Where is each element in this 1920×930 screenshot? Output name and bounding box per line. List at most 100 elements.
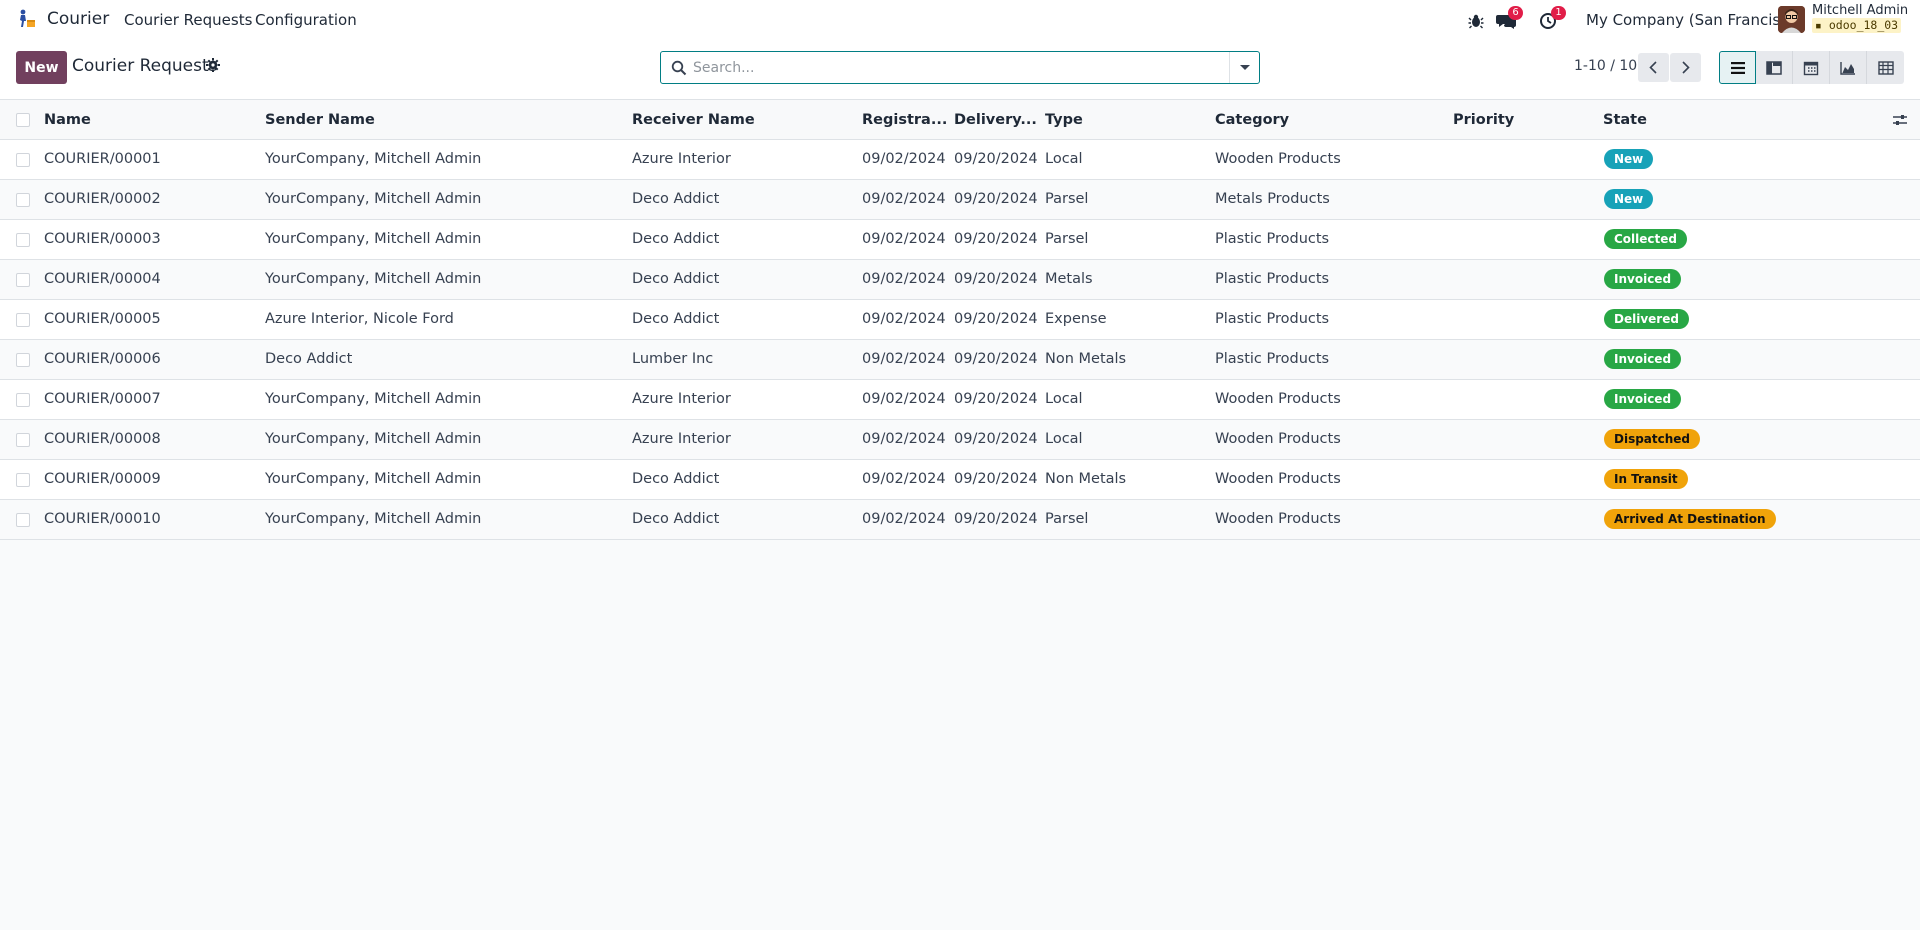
row-checkbox[interactable] [16,393,30,407]
search-input[interactable] [693,56,1213,80]
column-header-sender[interactable]: Sender Name [265,112,375,128]
table-row[interactable]: COURIER/00004 YourCompany, Mitchell Admin… [0,260,1920,300]
cell-name: COURIER/00008 [44,431,161,447]
row-checkbox[interactable] [16,273,30,287]
cell-receiver: Azure Interior [632,391,731,407]
cell-sender: Deco Addict [265,351,353,367]
cell-type: Parsel [1045,231,1089,247]
pager-previous-button[interactable] [1638,53,1669,82]
company-switcher[interactable]: My Company (San Francisco) [1586,11,1803,29]
courier-app-logo-icon[interactable] [16,8,38,30]
activity-clock-icon[interactable]: 1 [1539,6,1566,30]
cell-registration: 09/02/2024 [862,391,946,407]
row-checkbox[interactable] [16,433,30,447]
row-checkbox[interactable] [16,313,30,327]
graph-view-button[interactable] [1830,51,1867,84]
pager-next-button[interactable] [1670,53,1701,82]
cell-type: Parsel [1045,191,1089,207]
row-checkbox[interactable] [16,513,30,527]
cell-receiver: Deco Addict [632,311,720,327]
cell-receiver: Deco Addict [632,231,720,247]
list-view-icon [1730,61,1745,74]
cell-sender: YourCompany, Mitchell Admin [265,231,482,247]
cell-name: COURIER/00002 [44,191,161,207]
row-checkbox[interactable] [16,193,30,207]
optional-columns-toggle[interactable] [1892,112,1908,128]
search-options-toggle[interactable] [1229,52,1259,83]
status-badge: Invoiced [1604,269,1682,289]
status-badge: Dispatched [1604,429,1701,449]
cell-registration: 09/02/2024 [862,311,946,327]
database-icon: ▪ [1815,18,1822,32]
calendar-view-button[interactable] [1793,51,1830,84]
cell-sender: YourCompany, Mitchell Admin [265,271,482,287]
courier-requests-table: Name Sender Name Receiver Name Registra.… [0,100,1920,540]
cell-registration: 09/02/2024 [862,231,946,247]
cell-sender: Azure Interior, Nicole Ford [265,311,454,327]
chevron-left-icon [1649,61,1657,74]
gear-icon[interactable] [206,58,220,72]
table-row[interactable]: COURIER/00003 YourCompany, Mitchell Admin… [0,220,1920,260]
cell-registration: 09/02/2024 [862,151,946,167]
table-row[interactable]: COURIER/00008 YourCompany, Mitchell Admin… [0,420,1920,460]
chat-icon[interactable]: 6 [1496,6,1523,30]
column-header-state[interactable]: State [1603,112,1647,128]
column-header-delivery[interactable]: Delivery... [954,112,1044,128]
page-title: Courier Requests [72,56,218,76]
cell-delivery: 09/20/2024 [954,271,1038,287]
table-row[interactable]: COURIER/00002 YourCompany, Mitchell Admin… [0,180,1920,220]
column-header-receiver[interactable]: Receiver Name [632,112,755,128]
top-navbar: Courier Courier Requests Configuration 6… [0,0,1920,40]
cell-sender: YourCompany, Mitchell Admin [265,191,482,207]
pager-value[interactable]: 1-10 / 10 [1574,58,1637,74]
table-row[interactable]: COURIER/00010 YourCompany, Mitchell Admin… [0,500,1920,540]
table-row[interactable]: COURIER/00007 YourCompany, Mitchell Admin… [0,380,1920,420]
column-header-name[interactable]: Name [44,112,91,128]
graph-view-icon [1840,61,1855,75]
select-all-checkbox[interactable] [16,113,30,127]
status-badge: Arrived At Destination [1604,509,1776,529]
app-name[interactable]: Courier [47,9,109,29]
cell-type: Local [1045,391,1083,407]
cell-sender: YourCompany, Mitchell Admin [265,511,482,527]
column-header-category[interactable]: Category [1215,112,1289,128]
cell-delivery: 09/20/2024 [954,511,1038,527]
cell-receiver: Deco Addict [632,511,720,527]
bug-icon[interactable] [1467,10,1489,30]
row-checkbox[interactable] [16,473,30,487]
table-row[interactable]: COURIER/00001 YourCompany, Mitchell Admin… [0,140,1920,180]
column-header-registration[interactable]: Registra... [862,112,952,128]
calendar-view-icon [1803,61,1819,75]
cell-type: Metals [1045,271,1093,287]
pivot-view-button[interactable] [1867,51,1904,84]
kanban-view-button[interactable] [1756,51,1793,84]
new-button[interactable]: New [16,51,67,84]
menu-courier-requests[interactable]: Courier Requests [124,11,252,29]
messages-count-badge: 6 [1508,6,1523,20]
cell-registration: 09/02/2024 [862,471,946,487]
row-checkbox[interactable] [16,353,30,367]
cell-type: Local [1045,151,1083,167]
cell-sender: YourCompany, Mitchell Admin [265,151,482,167]
user-name[interactable]: Mitchell Admin [1812,3,1908,18]
table-row[interactable]: COURIER/00009 YourCompany, Mitchell Admin… [0,460,1920,500]
status-badge: New [1604,189,1654,209]
table-row[interactable]: COURIER/00006 Deco Addict Lumber Inc 09/02/… [0,340,1920,380]
row-checkbox[interactable] [16,233,30,247]
table-row[interactable]: COURIER/00005 Azure Interior, Nicole Ford… [0,300,1920,340]
cell-delivery: 09/20/2024 [954,351,1038,367]
user-avatar[interactable] [1778,6,1805,33]
row-checkbox[interactable] [16,153,30,167]
status-badge: Invoiced [1604,389,1682,409]
list-view-button[interactable] [1719,51,1756,84]
menu-configuration[interactable]: Configuration [255,11,357,29]
table-body: COURIER/00001 YourCompany, Mitchell Admin… [0,140,1920,540]
column-header-type[interactable]: Type [1045,112,1083,128]
cell-category: Plastic Products [1215,271,1330,287]
cell-registration: 09/02/2024 [862,191,946,207]
cell-registration: 09/02/2024 [862,431,946,447]
column-header-priority[interactable]: Priority [1453,112,1514,128]
activities-count-badge: 1 [1551,6,1566,20]
cell-name: COURIER/00009 [44,471,161,487]
cell-category: Wooden Products [1215,151,1341,167]
